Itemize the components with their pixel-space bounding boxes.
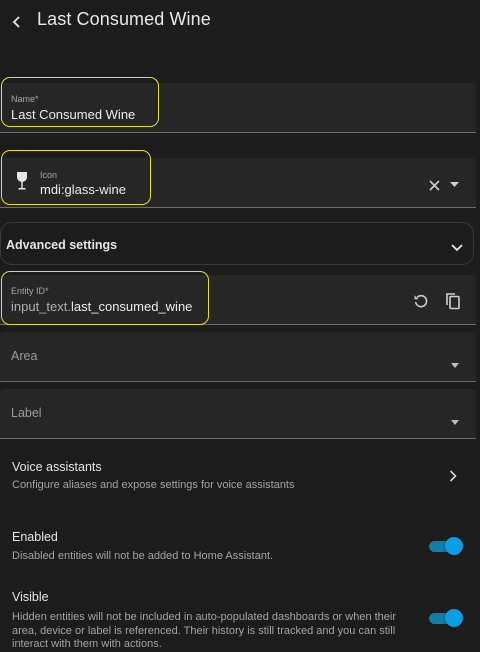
advanced-settings-expander[interactable]: Advanced settings — [0, 222, 474, 265]
restore-icon — [414, 294, 428, 308]
chevron-right-icon — [449, 469, 457, 487]
visible-row: Visible Hidden entities will not be incl… — [0, 582, 476, 650]
toggle-knob — [445, 537, 463, 555]
voice-assistants-description: Configure aliases and expose settings fo… — [12, 479, 295, 491]
visible-description-line: area, device or label is referenced. The… — [12, 624, 396, 637]
voice-assistants-title: Voice assistants — [12, 460, 102, 474]
icon-field-highlight — [1, 150, 151, 205]
caret-down-icon — [451, 412, 459, 430]
caret-down-icon — [449, 181, 459, 187]
copy-entity-id-button[interactable] — [442, 290, 464, 312]
chevron-down-icon — [451, 239, 463, 257]
area-select[interactable]: Area — [0, 332, 476, 382]
close-icon — [428, 179, 440, 191]
icon-dropdown-button[interactable] — [446, 176, 462, 192]
area-select-label: Area — [11, 349, 38, 363]
label-select-label: Label — [11, 406, 42, 420]
enabled-title: Enabled — [12, 530, 58, 544]
enabled-row: Enabled Disabled entities will not be ad… — [0, 522, 476, 570]
label-select[interactable]: Label — [0, 389, 476, 439]
advanced-settings-label: Advanced settings — [6, 238, 118, 252]
caret-down-icon — [451, 355, 459, 373]
chevron-left-icon — [12, 16, 20, 28]
voice-assistants-row[interactable]: Voice assistants Configure aliases and e… — [0, 452, 476, 500]
visible-description-line: Hidden entities will not be included in … — [12, 611, 397, 623]
copy-icon — [446, 293, 460, 310]
visible-description-line: interact with them with actions. — [12, 638, 162, 650]
page-title: Last Consumed Wine — [37, 9, 211, 29]
name-field-highlight — [1, 77, 159, 127]
enabled-toggle[interactable] — [429, 536, 463, 556]
top-app-bar: Last Consumed Wine — [0, 0, 480, 44]
enabled-description: Disabled entities will not be added to H… — [12, 550, 274, 562]
clear-icon-button[interactable] — [424, 175, 444, 195]
toggle-knob — [445, 609, 463, 627]
back-button[interactable] — [4, 9, 30, 35]
visible-description: Hidden entities will not be included in … — [12, 611, 432, 652]
regenerate-entity-id-button[interactable] — [410, 290, 432, 312]
entity-id-highlight — [1, 271, 209, 325]
visible-toggle[interactable] — [429, 608, 463, 628]
visible-title: Visible — [12, 590, 49, 604]
